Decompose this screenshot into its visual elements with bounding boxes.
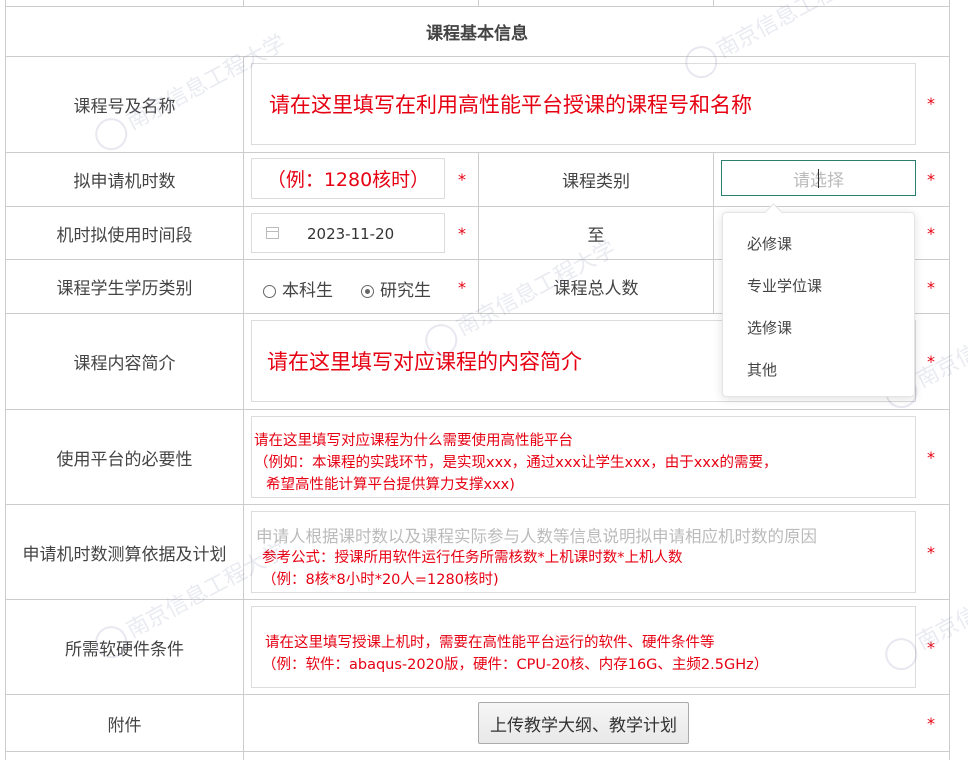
required-mark: * [458, 224, 466, 243]
calc-placeholder: 申请人根据课时数以及课程实际参与人数等信息说明拟申请相应机时数的原因 [256, 527, 817, 546]
hardware-input[interactable]: 请在这里填写授课上机时，需要在高性能平台运行的软件、硬件条件等 （例：软件：ab… [251, 606, 916, 688]
required-mark: * [458, 170, 466, 189]
dropdown-option[interactable]: 必修课 [747, 233, 792, 254]
dropdown-option[interactable]: 其他 [747, 359, 777, 380]
hours-label: 拟申请机时数 [73, 172, 176, 192]
col-divider [713, 152, 714, 206]
hardware-line: 请在这里填写授课上机时，需要在高性能平台运行的软件、硬件条件等 [265, 635, 715, 651]
course-input[interactable]: 请在这里填写在利用高性能平台授课的课程号和名称 [251, 63, 916, 145]
course-label: 课程号及名称 [73, 97, 176, 117]
radio-checked-icon [361, 284, 374, 298]
radio-undergrad[interactable]: 本科生 [263, 276, 333, 301]
start-date-value: 2023-11-20 [307, 225, 395, 243]
necessity-input[interactable]: 请在这里填写对应课程为什么需要使用高性能平台 （例如：本课程的实践环节，是实现x… [251, 416, 916, 498]
course-hint: 请在这里填写在利用高性能平台授课的课程号和名称 [269, 93, 752, 117]
row-divider [5, 751, 949, 752]
required-mark: * [927, 224, 935, 243]
radio-graduate-label: 研究生 [380, 281, 431, 301]
category-select[interactable]: 请选择 [721, 160, 916, 196]
hours-input[interactable]: （例：1280核时） [251, 158, 445, 199]
category-label: 课程类别 [562, 172, 630, 192]
required-mark: * [927, 448, 935, 467]
col-divider [243, 0, 244, 6]
calendar-icon [266, 227, 279, 239]
required-mark: * [927, 714, 935, 733]
required-mark: * [927, 94, 935, 113]
required-mark: * [927, 352, 935, 371]
calc-label: 申请机时数测算依据及计划 [22, 544, 227, 565]
required-mark: * [927, 638, 935, 657]
col-divider [713, 259, 714, 313]
dropdown-option[interactable]: 选修课 [747, 317, 792, 338]
radio-graduate[interactable]: 研究生 [361, 276, 431, 301]
col-divider [243, 56, 244, 760]
radio-undergrad-label: 本科生 [282, 281, 333, 301]
category-dropdown: 必修课 专业学位课 选修课 其他 [722, 203, 915, 397]
required-mark: * [927, 278, 935, 297]
necessity-label: 使用平台的必要性 [56, 449, 193, 470]
col-divider [713, 206, 714, 259]
calc-line: （例：8核*8小时*20人=1280核时) [262, 572, 499, 588]
start-date-input[interactable]: 2023-11-20 [251, 213, 445, 253]
col-divider [478, 0, 479, 6]
calc-line: 参考公式：授课所用软件运行任务所需核数*上机课时数*上机人数 [262, 550, 683, 566]
students-label: 课程总人数 [553, 279, 639, 299]
period-to-label: 至 [587, 225, 605, 246]
level-label: 课程学生学历类别 [56, 279, 193, 299]
attachment-label: 附件 [107, 715, 142, 736]
calc-input[interactable]: 申请人根据课时数以及课程实际参与人数等信息说明拟申请相应机时数的原因 参考公式：… [251, 511, 916, 593]
col-divider [713, 0, 714, 6]
section-title: 课程基本信息 [426, 23, 528, 44]
required-mark: * [458, 278, 466, 297]
hardware-label: 所需软硬件条件 [65, 639, 184, 660]
required-mark: * [927, 170, 935, 189]
hardware-line: （例：软件：abaqus-2020版，硬件：CPU-20核、内存16G、主频2.… [262, 657, 769, 673]
hours-hint: （例：1280核时） [266, 169, 430, 191]
necessity-line: 希望高性能计算平台提供算力支撑xxx) [266, 477, 515, 493]
necessity-line: （例如：本课程的实践环节，是实现xxx，通过xxx让学生xxx，由于xxx的需要… [254, 455, 778, 471]
period-label: 机时拟使用时间段 [56, 225, 193, 246]
required-mark: * [927, 543, 935, 562]
intro-hint: 请在这里填写对应课程的内容简介 [267, 350, 582, 374]
dropdown-option[interactable]: 专业学位课 [747, 275, 822, 296]
text-cursor [818, 169, 819, 188]
upload-button[interactable]: 上传教学大纲、教学计划 [478, 702, 689, 744]
necessity-line: 请在这里填写对应课程为什么需要使用高性能平台 [254, 433, 573, 449]
intro-label: 课程内容简介 [73, 354, 176, 374]
radio-unchecked-icon [263, 284, 276, 298]
